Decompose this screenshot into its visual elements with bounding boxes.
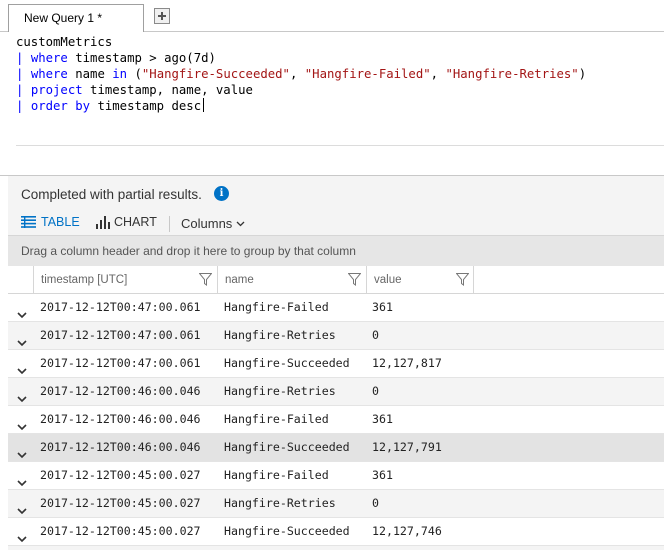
- chart-view-button[interactable]: CHART: [96, 215, 157, 229]
- text-cursor: [203, 98, 205, 112]
- code-line-5: | order by timestamp desc: [16, 98, 205, 114]
- tab-new-query-1[interactable]: New Query 1 *: [8, 4, 144, 33]
- results-pane: Completed with partial results. i TABLE …: [8, 176, 664, 550]
- cell-timestamp: 2017-12-12T00:45:00.027: [40, 496, 201, 510]
- cell-name: Hangfire-Succeeded: [224, 440, 350, 454]
- cell-value: 0: [372, 328, 379, 342]
- table-row[interactable]: 2017-12-12T00:45:00.027 Hangfire-Retries 0: [8, 490, 664, 518]
- cell-name: Hangfire-Failed: [224, 412, 329, 426]
- cell-value: 0: [372, 496, 379, 510]
- chevron-down-icon: [236, 221, 245, 226]
- cell-timestamp: 2017-12-12T00:47:00.061: [40, 300, 201, 314]
- cell-timestamp: 2017-12-12T00:45:00.027: [40, 468, 201, 482]
- table-row[interactable]: 2017-12-12T00:46:00.046 Hangfire-Retries 0: [8, 378, 664, 406]
- add-tab-icon[interactable]: [154, 8, 170, 24]
- filter-icon[interactable]: [199, 273, 212, 286]
- code-line-4: | project timestamp, name, value: [16, 83, 253, 97]
- code-line-1: customMetrics: [16, 35, 113, 49]
- cell-value: 12,127,817: [372, 356, 442, 370]
- editor-divider: [16, 145, 664, 146]
- cell-timestamp: 2017-12-12T00:46:00.046: [40, 384, 201, 398]
- toolbar-separator: [169, 216, 170, 232]
- table-row[interactable]: 2017-12-12T00:46:00.046 Hangfire-Failed 36…: [8, 406, 664, 434]
- cell-value: 361: [372, 412, 393, 426]
- cell-timestamp: 2017-12-12T00:46:00.046: [40, 440, 201, 454]
- cell-name: Hangfire-Failed: [224, 468, 329, 482]
- cell-name: Hangfire-Succeeded: [224, 356, 350, 370]
- code-line-3: | where name in ("Hangfire-Succeeded", "…: [16, 67, 587, 81]
- column-header-value[interactable]: value: [366, 266, 474, 294]
- table-icon: [21, 216, 36, 228]
- chart-view-label: CHART: [114, 215, 157, 229]
- grid-header: timestamp [UTC] name value: [8, 266, 664, 294]
- table-row[interactable]: 2017-12-12T00:47:00.061 Hangfire-Succeede…: [8, 350, 664, 378]
- column-header-label: value: [374, 274, 402, 286]
- code-line-2: | where timestamp > ago(7d): [16, 51, 216, 65]
- info-icon[interactable]: i: [214, 186, 229, 201]
- cell-timestamp: 2017-12-12T00:47:00.061: [40, 356, 201, 370]
- columns-label: Columns: [181, 216, 233, 231]
- table-row[interactable]: 2017-12-12T00:46:00.046 Hangfire-Succeede…: [8, 434, 664, 462]
- cell-name: Hangfire-Retries: [224, 328, 336, 342]
- column-header-name[interactable]: name: [217, 266, 366, 294]
- cell-timestamp: 2017-12-12T00:45:00.027: [40, 524, 201, 538]
- cell-value: 12,127,746: [372, 524, 442, 538]
- table-row[interactable]: 2017-12-12T00:45:00.027 Hangfire-Failed 36…: [8, 462, 664, 490]
- table-view-label: TABLE: [41, 215, 80, 229]
- table-view-button[interactable]: TABLE: [21, 215, 80, 229]
- table-row[interactable]: 2017-12-12T00:47:00.061 Hangfire-Retries 0: [8, 322, 664, 350]
- grid-body: 2017-12-12T00:47:00.061 Hangfire-Failed 36…: [8, 294, 664, 546]
- cell-value: 361: [372, 468, 393, 482]
- cell-name: Hangfire-Succeeded: [224, 524, 350, 538]
- filter-icon[interactable]: [456, 273, 469, 286]
- tab-strip: New Query 1 *: [0, 0, 664, 33]
- cell-value: 12,127,791: [372, 440, 442, 454]
- expand-row-chevron-icon[interactable]: [17, 526, 27, 550]
- filter-icon[interactable]: [348, 273, 361, 286]
- column-header-timestamp[interactable]: timestamp [UTC]: [33, 266, 217, 294]
- table-row[interactable]: 2017-12-12T00:47:00.061 Hangfire-Failed 36…: [8, 294, 664, 322]
- results-status: Completed with partial results.: [21, 187, 202, 202]
- results-grid: timestamp [UTC] name value 2017-12-12T00…: [8, 266, 664, 546]
- bar-chart-icon: [96, 215, 110, 229]
- columns-dropdown[interactable]: Columns: [181, 216, 245, 231]
- group-by-drop-zone[interactable]: Drag a column header and drop it here to…: [8, 235, 664, 266]
- column-header-label: name: [225, 274, 254, 286]
- column-header-label: timestamp [UTC]: [41, 274, 128, 286]
- cell-value: 0: [372, 384, 379, 398]
- cell-timestamp: 2017-12-12T00:46:00.046: [40, 412, 201, 426]
- cell-name: Hangfire-Retries: [224, 384, 336, 398]
- table-row[interactable]: 2017-12-12T00:45:00.027 Hangfire-Succeede…: [8, 518, 664, 546]
- cell-name: Hangfire-Retries: [224, 496, 336, 510]
- query-editor[interactable]: customMetrics | where timestamp > ago(7d…: [8, 32, 664, 175]
- cell-timestamp: 2017-12-12T00:47:00.061: [40, 328, 201, 342]
- cell-name: Hangfire-Failed: [224, 300, 329, 314]
- cell-value: 361: [372, 300, 393, 314]
